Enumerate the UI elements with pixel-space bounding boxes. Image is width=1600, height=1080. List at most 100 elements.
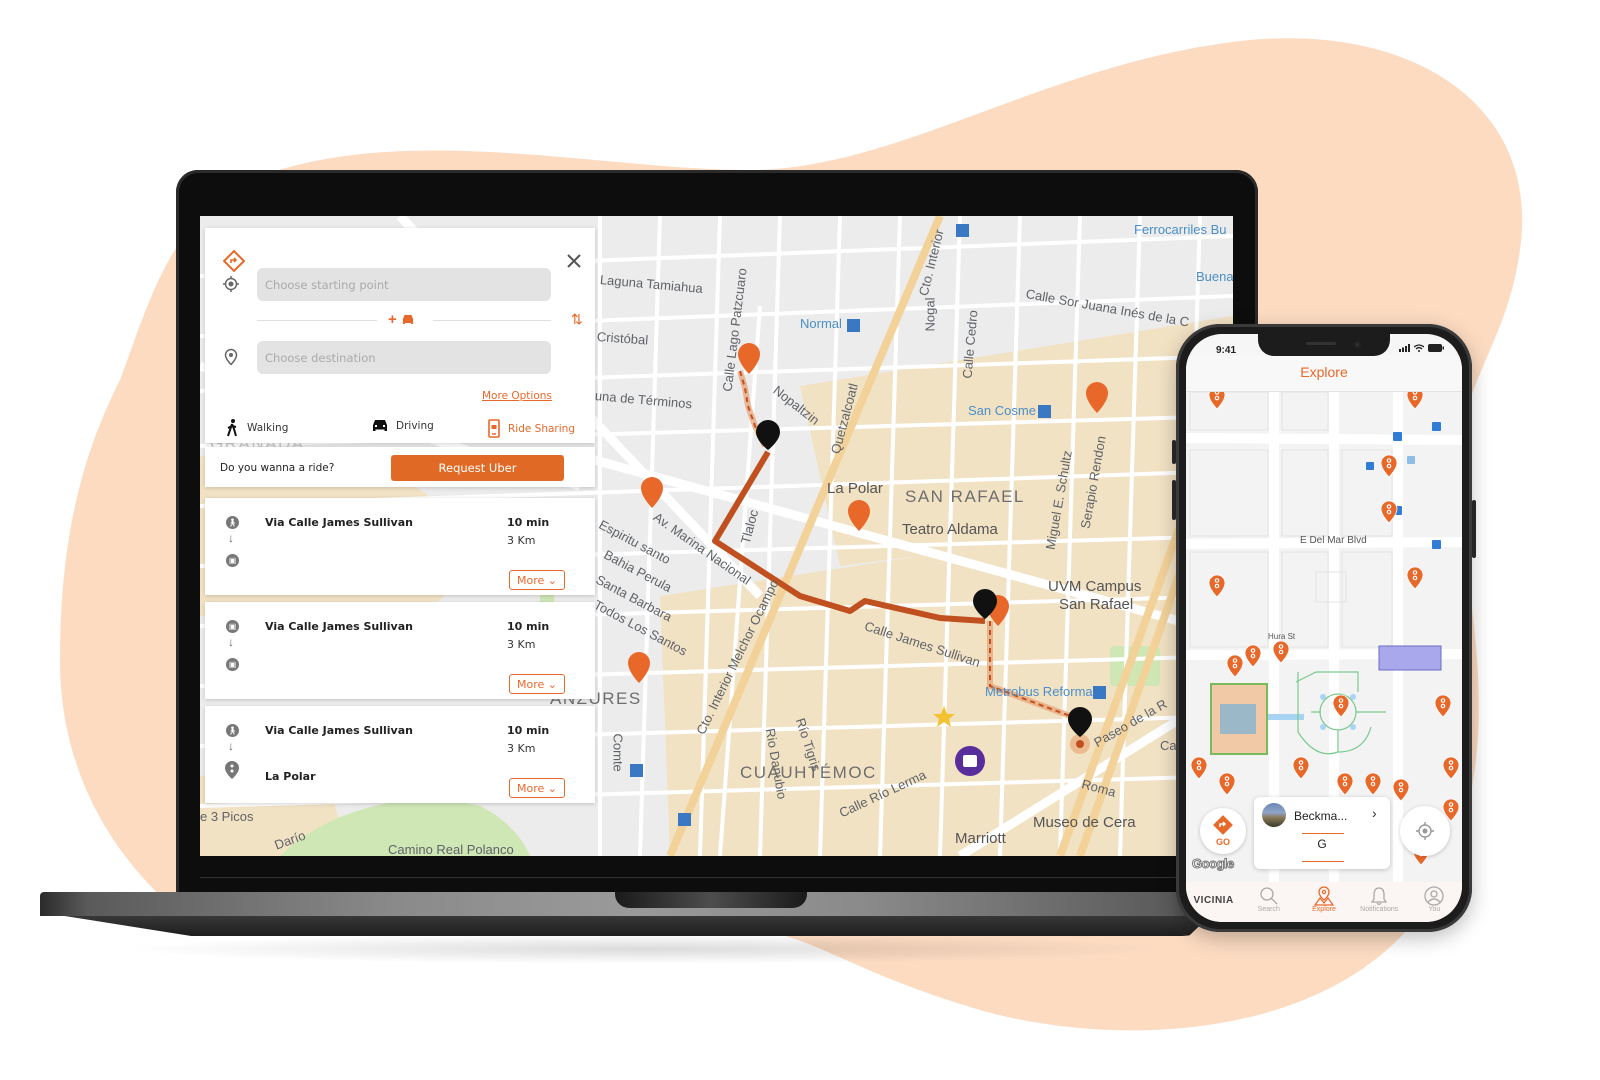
poi-pin[interactable] (1406, 566, 1424, 590)
map-label: SAN RAFAEL (905, 487, 1025, 506)
go-button[interactable]: GO (1200, 808, 1246, 854)
user-icon (1424, 886, 1445, 906)
signal-icon (1399, 344, 1410, 352)
poi-pin[interactable] (1364, 772, 1382, 796)
map-label: Ferrocarriles Bu (1134, 222, 1227, 237)
route-via: Via Calle James Sullivan (265, 620, 413, 633)
laptop-base-bottom (52, 914, 1212, 936)
bell-icon (1370, 887, 1388, 906)
divider (257, 320, 377, 321)
walk-circle-icon: 🚶︎ (226, 724, 239, 737)
tab-notifications[interactable]: Notifications (1352, 882, 1407, 913)
poi-pin[interactable] (1208, 574, 1226, 598)
walk-circle-icon: 🚶︎ (226, 516, 239, 529)
tab-you[interactable]: You (1407, 882, 1462, 913)
brand-label: VICINIA (1193, 894, 1234, 906)
chevron-right-icon[interactable]: › (1372, 805, 1377, 821)
search-icon (1260, 887, 1278, 905)
map-label: e 3 Picos (200, 809, 254, 824)
poi-pin[interactable] (1226, 654, 1244, 678)
place-name: Beckma... (1294, 809, 1348, 823)
more-options-link[interactable]: More Options (482, 390, 552, 402)
destination-input[interactable] (257, 341, 551, 374)
swap-vertical-icon[interactable]: ⇅ (571, 311, 583, 328)
taxi-circle-icon: ▣ (226, 620, 239, 633)
map-label: Normal (800, 316, 842, 331)
chevron-down-icon: ⌄ (547, 573, 557, 587)
car-icon (402, 315, 413, 324)
taxi-circle-icon: ▣ (226, 658, 239, 671)
tab-label: Explore (1312, 906, 1336, 913)
google-logo: Google (1192, 856, 1235, 872)
map-label: Buena (1196, 269, 1233, 284)
street-label: E Del Mar Blvd (1300, 535, 1367, 546)
more-label: More (517, 781, 545, 795)
chevron-down-icon: ⌄ (547, 677, 557, 691)
poi-pin[interactable] (1208, 392, 1226, 410)
map-label: San Rafael (1059, 596, 1134, 613)
purple-building (1378, 645, 1442, 671)
route-time: 10 min (507, 516, 550, 529)
poi-pin[interactable] (1332, 694, 1350, 718)
poi-pin[interactable] (1380, 454, 1398, 478)
poi-pin[interactable] (1380, 500, 1398, 524)
map-label: Marriott (955, 830, 1006, 847)
poi-pin[interactable] (1244, 644, 1262, 668)
poi-pin[interactable] (1434, 694, 1452, 718)
map-label: UVM Campus (1048, 578, 1142, 595)
poi-pin[interactable] (1442, 756, 1460, 780)
mode-walking[interactable]: Walking (226, 419, 288, 437)
my-location-icon (223, 276, 239, 292)
poi-pin[interactable] (1218, 772, 1236, 796)
poi-pin[interactable] (1272, 640, 1290, 664)
speaker (1306, 342, 1336, 345)
route-destination: La Polar (265, 770, 316, 783)
phone-side-button (1472, 500, 1476, 558)
phone-map[interactable]: E Del Mar Blvd Hura St Google GO Beckma.… (1186, 392, 1462, 882)
route-distance: 3 Km (507, 742, 536, 755)
marketing-stage: Laguna Tamiahua Calle Lago Patzcuaro Cri… (0, 0, 1600, 1080)
poi-pin[interactable] (1292, 756, 1310, 780)
laptop-shadow (120, 934, 1170, 964)
arrow-down-icon: ↓ (228, 531, 234, 545)
start-point-input[interactable] (257, 268, 551, 301)
mode-ride-sharing[interactable]: Ride Sharing (488, 419, 575, 438)
arrow-down-icon: ↓ (228, 739, 234, 753)
route-via: Via Calle James Sullivan (265, 724, 413, 737)
route-result[interactable]: 🚶︎ ↓ ▣ Via Calle James Sullivan 10 min 3… (205, 498, 595, 595)
taxi-circle-icon: ▣ (226, 554, 239, 567)
close-icon[interactable] (563, 250, 585, 272)
locate-button[interactable] (1400, 806, 1450, 856)
poi-pin[interactable] (1190, 756, 1208, 780)
more-button[interactable]: More ⌄ (509, 570, 565, 590)
divider (1302, 861, 1344, 862)
request-uber-button[interactable]: Request Uber (391, 455, 564, 481)
route-time: 10 min (507, 724, 550, 737)
tab-home[interactable]: VICINIA (1186, 882, 1241, 906)
route-result[interactable]: ▣ ↓ ▣ Via Calle James Sullivan 10 min 3 … (205, 602, 595, 699)
map-label: CUAUHTÉMOC (740, 763, 877, 782)
poi-pin[interactable] (1406, 392, 1424, 410)
place-pin-icon (225, 761, 239, 779)
map-label: Comte (610, 733, 626, 772)
tab-explore[interactable]: Explore (1296, 882, 1351, 913)
tab-search[interactable]: Search (1241, 882, 1296, 913)
walking-icon (227, 419, 237, 437)
route-via: Via Calle James Sullivan (265, 516, 413, 529)
mode-driving[interactable]: Driving (372, 419, 434, 432)
add-ride-button[interactable]: + (388, 311, 415, 328)
more-button[interactable]: More ⌄ (509, 674, 565, 694)
mode-label: Walking (247, 422, 289, 434)
place-action[interactable]: G (1254, 837, 1390, 851)
camera (1354, 341, 1361, 348)
more-button[interactable]: More ⌄ (509, 778, 565, 798)
ride-question: Do you wanna a ride? (220, 462, 335, 474)
status-icons (1399, 344, 1444, 352)
poi-pin[interactable] (1392, 778, 1410, 802)
poi-pin[interactable] (1336, 772, 1354, 796)
go-label: GO (1215, 837, 1230, 847)
tab-label: Notifications (1360, 906, 1399, 913)
status-time: 9:41 (1216, 345, 1237, 356)
route-result[interactable]: 🚶︎ ↓ Via Calle James Sullivan La Polar 1… (205, 706, 595, 803)
place-card[interactable]: Beckma... › G (1254, 797, 1390, 869)
